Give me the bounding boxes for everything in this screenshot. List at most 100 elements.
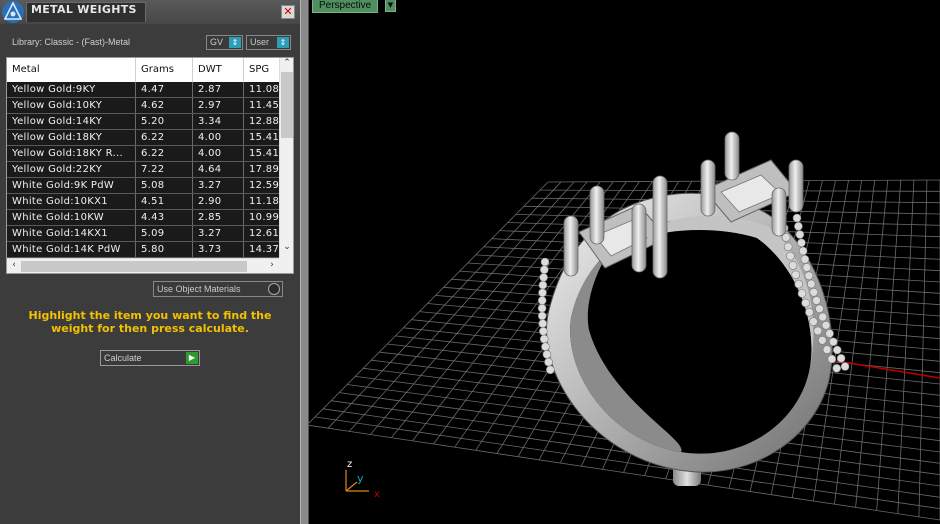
table-row[interactable]: Yellow Gold:18KY 6.22 4.00 15.41	[7, 130, 279, 146]
spg-cell: 14.37	[249, 244, 280, 255]
bead	[539, 326, 548, 336]
grams-cell: 6.22	[136, 130, 193, 145]
grams-cell: 5.80	[136, 242, 193, 257]
horizontal-scrollbar[interactable]: ‹ ›	[7, 258, 279, 273]
metal-cell: White Gold:14K PdW	[7, 242, 136, 257]
scroll-up-icon[interactable]: ⌃	[280, 58, 293, 68]
radio-icon[interactable]	[268, 283, 280, 295]
bead	[840, 362, 850, 371]
horizontal-scroll-thumb[interactable]	[21, 261, 247, 272]
bead	[828, 337, 838, 347]
metal-cell: Yellow Gold:22KY	[7, 162, 136, 177]
axis-gizmo: z y x	[345, 459, 380, 500]
user-dropdown[interactable]: User ⇕	[246, 35, 291, 50]
grams-cell: 4.43	[136, 210, 193, 225]
play-arrow-icon: ▶	[186, 352, 198, 364]
metal-cell: Yellow Gold:9KY	[7, 82, 136, 97]
gizmo-x-label: x	[374, 489, 380, 500]
close-icon[interactable]: ✕	[281, 5, 295, 19]
bead	[539, 334, 549, 344]
gizmo-y-label: y	[357, 472, 364, 485]
bead	[546, 365, 555, 375]
spg-cell: 12.59	[249, 180, 280, 191]
scroll-corner	[279, 258, 293, 273]
scroll-right-icon[interactable]: ›	[265, 260, 279, 270]
bead	[797, 289, 807, 298]
bead	[809, 317, 818, 326]
scroll-down-icon[interactable]: ⌄	[280, 242, 293, 252]
dropdown-arrow-icon: ⇕	[229, 37, 241, 48]
bead	[813, 326, 823, 336]
use-object-materials-label: Use Object Materials	[157, 284, 241, 294]
bead	[801, 298, 810, 308]
table-row[interactable]: Yellow Gold:22KY 7.22 4.64 17.89	[7, 162, 279, 178]
grams-cell: 5.08	[136, 178, 193, 193]
bead	[809, 287, 819, 297]
metal-cell: Yellow Gold:14KY	[7, 114, 136, 129]
dwt-cell: 4.00	[193, 146, 244, 161]
viewport-menu-icon[interactable]: ▼	[385, 0, 396, 12]
dwt-cell: 2.90	[193, 194, 244, 209]
bead	[540, 265, 549, 275]
table-row[interactable]: White Gold:10KW 4.43 2.85 10.99	[7, 210, 279, 226]
grams-cell: 7.22	[136, 162, 193, 177]
bead	[538, 280, 548, 290]
table-row[interactable]: Yellow Gold:14KY 5.20 3.34 12.88	[7, 114, 279, 130]
metal-cell: White Gold:10KX1	[7, 194, 136, 209]
bead	[788, 261, 798, 270]
spg-cell: 11.45	[249, 100, 280, 111]
dwt-cell: 3.73	[193, 242, 244, 257]
gv-dropdown[interactable]: GV ⇕	[206, 35, 243, 50]
bead	[792, 213, 802, 223]
table-row[interactable]: Yellow Gold:10KY 4.62 2.97 11.45	[7, 98, 279, 114]
metal-weights-panel: METAL WEIGHTS ✕ Library: Classic - (Fast…	[0, 0, 301, 524]
column-header-grams[interactable]: Grams	[136, 58, 193, 82]
gv-dropdown-label: GV	[210, 37, 224, 47]
metal-cell: Yellow Gold:18KY R...	[7, 146, 136, 161]
calculate-button[interactable]: Calculate ▶	[100, 350, 200, 366]
perspective-viewport[interactable]: z y x Perspective ▼	[309, 0, 940, 524]
bead	[815, 304, 824, 314]
bead	[794, 222, 803, 231]
bead	[800, 254, 810, 264]
bead	[832, 363, 842, 373]
bead	[538, 288, 547, 298]
metal-cell: Yellow Gold:10KY	[7, 98, 136, 113]
scroll-left-icon[interactable]: ‹	[7, 260, 21, 270]
bead	[806, 279, 816, 289]
bead	[836, 353, 846, 363]
scene-canvas: z y x	[309, 131, 940, 521]
metal-weights-table: Metal Grams DWT SPG Yellow Gold:9KY 4.47 2…	[6, 57, 294, 274]
dwt-cell: 2.97	[193, 98, 244, 113]
column-header-spg[interactable]: SPG	[244, 58, 284, 82]
use-object-materials-toggle[interactable]: Use Object Materials	[153, 281, 283, 297]
table-row[interactable]: White Gold:14KX1 5.09 3.27 12.61	[7, 226, 279, 242]
vertical-scroll-thumb[interactable]	[281, 72, 293, 138]
panel-splitter[interactable]	[300, 0, 309, 524]
spg-cell: 17.89	[249, 164, 280, 175]
column-header-dwt[interactable]: DWT	[193, 58, 244, 82]
panel-titlebar: METAL WEIGHTS ✕	[0, 0, 300, 24]
grams-cell: 5.20	[136, 114, 193, 129]
viewport-label[interactable]: Perspective	[312, 0, 379, 13]
bead	[827, 354, 837, 364]
vertical-scrollbar[interactable]: ⌃ ⌄	[279, 58, 293, 258]
table-row[interactable]: Yellow Gold:9KY 4.47 2.87 11.08	[7, 82, 279, 98]
table-row[interactable]: Yellow Gold:18KY R... 6.22 4.00 15.41	[7, 146, 279, 162]
triangle-logo-icon	[2, 1, 24, 23]
bead	[537, 296, 547, 305]
table-row[interactable]: White Gold:14K PdW 5.80 3.73 14.37	[7, 242, 279, 258]
dwt-cell: 4.00	[193, 130, 244, 145]
user-dropdown-label: User	[250, 37, 270, 47]
table-row[interactable]: White Gold:9K PdW 5.08 3.27 12.59	[7, 178, 279, 194]
table-row[interactable]: White Gold:10KX1 4.51 2.90 11.18	[7, 194, 279, 210]
bead	[540, 257, 550, 267]
metal-cell: White Gold:9K PdW	[7, 178, 136, 193]
spg-cell: 15.41	[249, 132, 280, 143]
column-header-metal[interactable]: Metal	[7, 58, 136, 82]
dwt-cell: 2.85	[193, 210, 244, 225]
gizmo-z-label: z	[347, 459, 352, 470]
grams-cell: 4.51	[136, 194, 193, 209]
bead	[544, 357, 553, 367]
calculate-label: Calculate	[104, 353, 142, 363]
